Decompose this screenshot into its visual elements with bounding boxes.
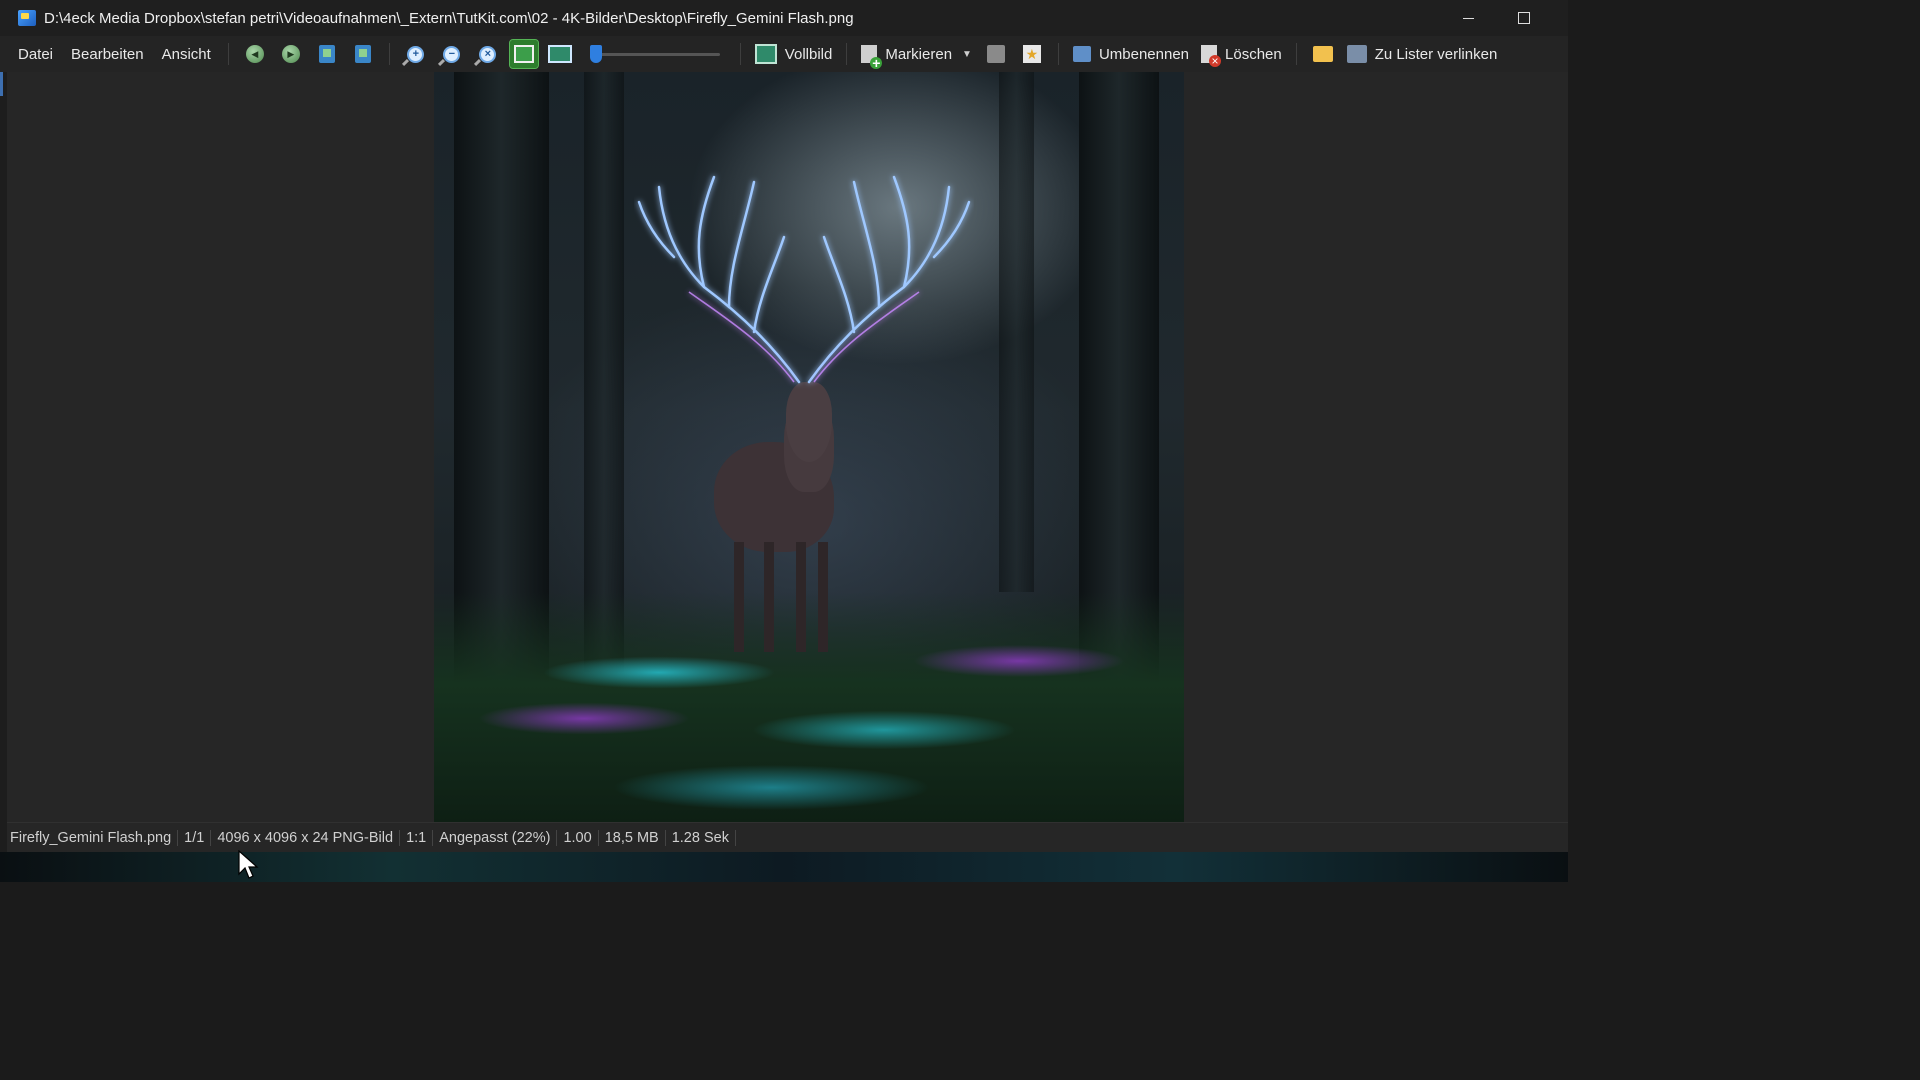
toolbar-divider <box>739 43 741 65</box>
mouse-cursor-icon <box>238 850 259 879</box>
toolbar-divider <box>846 43 848 65</box>
status-zoom: Angepasst (22%) <box>433 830 558 846</box>
menu-bearbeiten[interactable]: Bearbeiten <box>62 46 153 63</box>
zoom-out-icon: − <box>443 45 461 63</box>
status-dimensions: 4096 x 4096 x 24 PNG-Bild <box>211 830 401 846</box>
maximize-button[interactable] <box>1496 0 1552 36</box>
zoom-in-icon: + <box>407 45 425 63</box>
image-viewport[interactable] <box>7 72 1568 822</box>
zoom-slider-track <box>595 53 720 56</box>
background-desktop <box>0 852 1568 882</box>
fullscreen-label: Vollbild <box>784 45 833 63</box>
status-index: 1/1 <box>178 830 212 846</box>
menu-ansicht[interactable]: Ansicht <box>153 46 220 63</box>
app-icon <box>18 10 36 26</box>
image-viewer-window: D:\4eck Media Dropbox\stefan petri\Video… <box>0 0 1568 853</box>
minimize-button[interactable] <box>1440 0 1496 36</box>
prev-icon: ◀ <box>245 45 264 63</box>
edit-metadata-icon <box>986 45 1005 63</box>
copy-icon <box>318 45 335 63</box>
rename-icon <box>1072 46 1091 62</box>
link-icon <box>1346 45 1367 63</box>
delete-label: Löschen <box>1225 45 1282 63</box>
image-glowing-moss <box>434 592 1184 822</box>
status-gamma: 1.00 <box>557 830 599 846</box>
folder-icon <box>1312 46 1333 62</box>
toolbar: Datei Bearbeiten Ansicht ◀ ▶ + − × Vollb… <box>0 36 1568 72</box>
star-icon: ★ <box>1022 45 1041 63</box>
link-label: Zu Lister verlinken <box>1374 45 1498 63</box>
mark-icon <box>861 45 883 69</box>
delete-button[interactable]: Löschen <box>1195 45 1288 67</box>
menu-datei[interactable]: Datei <box>0 46 62 63</box>
next-image-button[interactable]: ▶ <box>277 40 305 68</box>
status-size: 18,5 MB <box>599 830 666 846</box>
mark-label: Markieren <box>885 45 953 63</box>
side-panel-strip[interactable] <box>0 72 7 852</box>
image-deer-leg <box>818 542 828 652</box>
window-title: D:\4eck Media Dropbox\stefan petri\Video… <box>44 9 854 27</box>
open-folder-button[interactable] <box>1309 40 1337 68</box>
zoom-slider[interactable] <box>589 42 720 66</box>
status-ratio: 1:1 <box>400 830 434 846</box>
displayed-image[interactable] <box>434 72 1184 822</box>
image-tree-back-right <box>999 72 1034 592</box>
move-button[interactable] <box>349 40 377 68</box>
toolbar-divider <box>388 43 390 65</box>
zoom-out-button[interactable]: − <box>438 40 466 68</box>
copy-button[interactable] <box>313 40 341 68</box>
zoom-in-button[interactable]: + <box>402 40 430 68</box>
minimize-icon <box>1462 17 1474 19</box>
status-bar: Firefly_Gemini Flash.png 1/1 4096 x 4096… <box>7 822 1568 853</box>
move-icon <box>354 45 371 63</box>
toolbar-divider <box>1295 43 1297 65</box>
rename-label: Umbenennen <box>1098 45 1190 63</box>
toolbar-divider <box>1057 43 1059 65</box>
image-deer-leg <box>796 542 806 652</box>
image-deer-leg <box>764 542 774 652</box>
fit-width-icon <box>547 45 572 63</box>
fullscreen-icon <box>754 44 777 64</box>
image-deer-leg <box>734 542 744 652</box>
status-filename: Firefly_Gemini Flash.png <box>7 830 179 846</box>
zoom-reset-icon: × <box>479 45 497 63</box>
status-load-time: 1.28 Sek <box>666 830 736 846</box>
fit-width-button[interactable] <box>546 40 574 68</box>
edit-metadata-button[interactable] <box>982 40 1010 68</box>
title-bar: D:\4eck Media Dropbox\stefan petri\Video… <box>0 0 1568 36</box>
favorite-button[interactable]: ★ <box>1018 40 1046 68</box>
mark-dropdown-icon[interactable]: ▼ <box>962 49 972 60</box>
zoom-slider-thumb[interactable] <box>589 45 602 63</box>
rename-button[interactable]: Umbenennen <box>1067 46 1195 63</box>
link-lister-button[interactable]: Zu Lister verlinken <box>1341 45 1504 63</box>
maximize-icon <box>1518 12 1530 24</box>
toolbar-divider <box>227 43 229 65</box>
next-icon: ▶ <box>281 45 300 63</box>
fit-window-button[interactable] <box>508 39 539 69</box>
previous-image-button[interactable]: ◀ <box>241 40 269 68</box>
fit-window-icon <box>513 45 534 63</box>
zoom-reset-button[interactable]: × <box>474 40 502 68</box>
mark-button[interactable]: Markieren <box>855 45 958 69</box>
image-glowing-antlers <box>637 175 971 384</box>
delete-icon <box>1201 45 1222 67</box>
image-tree-back-left <box>584 72 624 672</box>
fullscreen-button[interactable]: Vollbild <box>749 44 839 64</box>
